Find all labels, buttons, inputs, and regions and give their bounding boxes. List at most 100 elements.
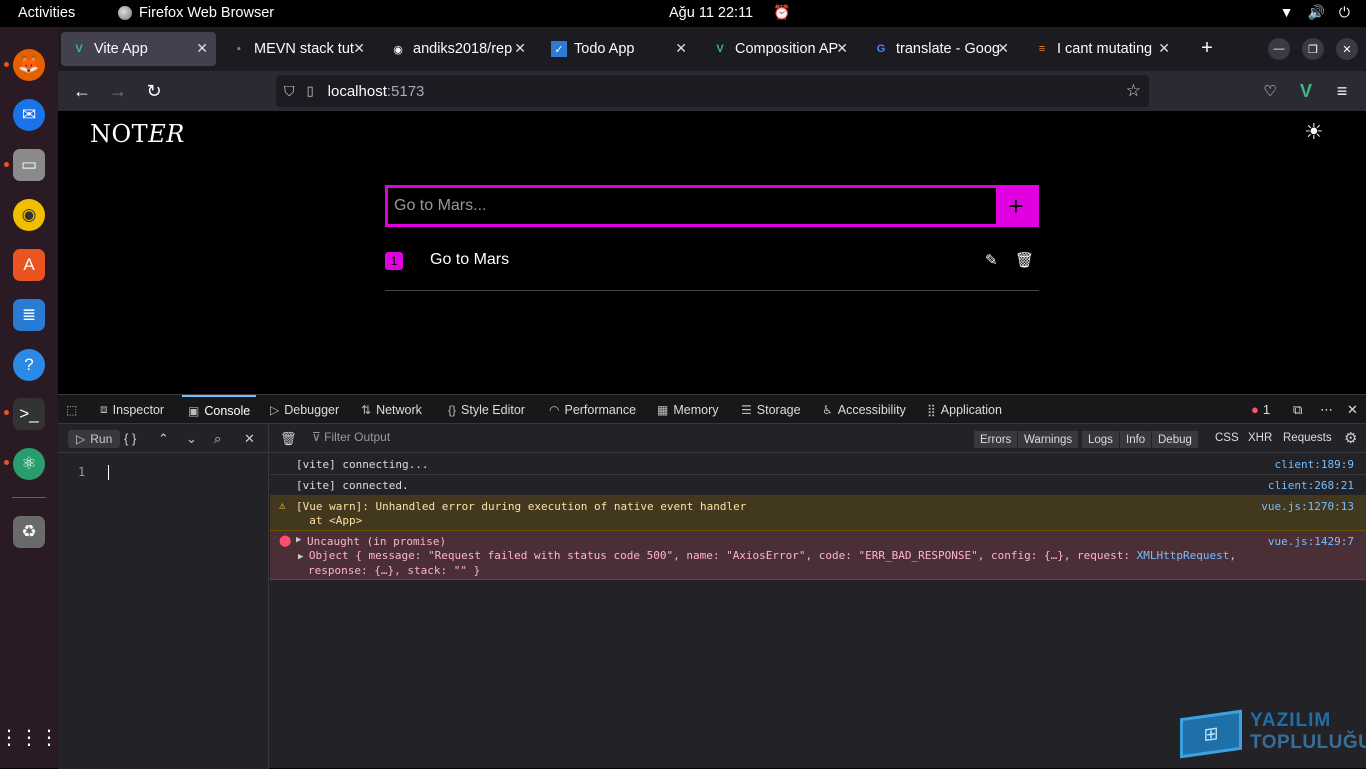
shield-icon[interactable]: ⛉ <box>284 83 295 100</box>
close-tab-icon[interactable]: ✕ <box>675 40 687 57</box>
close-tab-icon[interactable]: ✕ <box>196 40 208 57</box>
tab-label: I cant mutating <box>1057 41 1153 57</box>
pocket-icon[interactable]: ♡ <box>1258 79 1282 103</box>
chevron-down-icon[interactable]: ⌄ <box>186 431 197 447</box>
tab-style-editor[interactable]: {} Style Editor <box>448 395 525 424</box>
url-bar[interactable]: ⛉ ▯ localhost:5173 ☆ <box>276 75 1149 107</box>
browser-tab[interactable]: ▪ MEVN stack tut ✕ <box>223 32 373 66</box>
trash-icon[interactable]: 🗑 <box>1015 251 1034 269</box>
dock-side-icon[interactable]: ⧉ <box>1293 395 1302 424</box>
pencil-icon[interactable]: ✎ <box>985 251 998 269</box>
bookmark-star-icon[interactable]: ☆ <box>1126 81 1141 101</box>
element-picker-icon[interactable]: ⬚ <box>66 395 77 424</box>
close-tab-icon[interactable]: ✕ <box>1158 40 1170 57</box>
source-link[interactable]: vue.js:1429:7 <box>1268 535 1354 548</box>
more-options-icon[interactable]: ⋯ <box>1320 395 1333 424</box>
tab-storage[interactable]: ☰ Storage <box>741 395 801 424</box>
xhr-link[interactable]: XMLHttpRequest <box>1137 549 1230 562</box>
console-message[interactable]: [vite] connected. client:268:21 <box>270 475 1366 496</box>
filter-errors-button[interactable]: Errors <box>974 431 1018 448</box>
close-editor-icon[interactable]: ✕ <box>244 431 255 447</box>
close-window-icon[interactable]: ✕ <box>1336 38 1358 60</box>
filter-logs-button[interactable]: Logs <box>1082 431 1119 448</box>
new-tab-button[interactable]: + <box>1195 36 1219 60</box>
software-icon[interactable]: A <box>13 249 45 281</box>
filter-info-button[interactable]: Info <box>1120 431 1152 448</box>
video-favicon-icon: ▪ <box>237 43 241 55</box>
activities-button[interactable]: Activities <box>18 5 75 21</box>
reload-icon[interactable]: ↻ <box>142 79 166 103</box>
rhythmbox-icon[interactable]: ◉ <box>13 199 45 231</box>
pretty-print-button[interactable]: { } <box>124 431 136 446</box>
url-text[interactable]: localhost:5173 <box>328 83 425 100</box>
app-menu[interactable]: Firefox Web Browser <box>118 5 274 21</box>
hamburger-menu-icon[interactable]: ≡ <box>1330 79 1354 103</box>
theme-toggle-sun-icon[interactable]: ☀ <box>1304 119 1324 145</box>
maximize-icon[interactable]: ❐ <box>1302 38 1324 60</box>
source-link[interactable]: client:268:21 <box>1268 479 1354 492</box>
tab-performance[interactable]: ◠ Performance <box>549 395 636 424</box>
chevron-up-icon[interactable]: ⌃ <box>158 431 169 447</box>
page-info-icon[interactable]: ▯ <box>307 83 314 99</box>
close-tab-icon[interactable]: ✕ <box>997 40 1009 57</box>
source-link[interactable]: vue.js:1270:13 <box>1261 500 1354 513</box>
thunderbird-icon[interactable]: ✉ <box>13 99 45 131</box>
expand-object-icon[interactable]: ▶ <box>298 552 309 562</box>
error-object[interactable]: ▶ Object { message: "Request failed with… <box>298 549 1236 578</box>
search-icon[interactable]: ⌕ <box>214 431 221 447</box>
tab-network[interactable]: ⇅ Network <box>361 395 422 424</box>
browser-tab[interactable]: ◉ andiks2018/rep ✕ <box>384 32 534 66</box>
close-devtools-icon[interactable]: ✕ <box>1347 395 1358 424</box>
help-icon[interactable]: ? <box>13 349 45 381</box>
filter-warnings-button[interactable]: Warnings <box>1018 431 1079 448</box>
browser-tab[interactable]: ✓ Todo App ✕ <box>545 32 695 66</box>
clock[interactable]: Ağu 11 22:11 <box>669 5 753 21</box>
filter-css-button[interactable]: CSS <box>1215 432 1239 444</box>
app-grid-icon[interactable]: ⋮⋮⋮ <box>0 721 59 753</box>
tab-debugger[interactable]: ▷ Debugger <box>270 395 339 424</box>
tab-inspector[interactable]: ⧈ Inspector <box>100 395 164 424</box>
browser-tab[interactable]: ≡ I cant mutating ✕ <box>1028 32 1178 66</box>
add-todo-button[interactable]: + <box>996 188 1036 224</box>
writer-icon[interactable]: ≣ <box>13 299 45 331</box>
filter-debug-button[interactable]: Debug <box>1152 431 1198 448</box>
system-tray[interactable]: ▼ 🔊 ⏻ <box>1280 4 1350 21</box>
expand-triangle-icon[interactable]: ▶ <box>296 535 301 545</box>
error-icon: ● <box>1251 402 1259 417</box>
browser-tab[interactable]: V Vite App ✕ <box>61 32 216 66</box>
close-tab-icon[interactable]: ✕ <box>353 40 365 57</box>
console-settings-gear-icon[interactable]: ⚙ <box>1344 429 1357 447</box>
vue-devtools-icon[interactable]: V <box>1294 79 1318 103</box>
filter-output-input[interactable]: ⊽ Filter Output <box>312 430 390 444</box>
atom-icon[interactable]: ⚛ <box>13 448 45 480</box>
console-error[interactable]: ⬤ Uncaught (in promise) ▶ ▶ Object { mes… <box>270 531 1366 580</box>
browser-tab[interactable]: V Composition AP ✕ <box>706 32 856 66</box>
tab-console[interactable]: ▣ Console <box>182 395 257 424</box>
console-warning[interactable]: ⚠ [Vue warn]: Unhandled error during exe… <box>270 496 1366 531</box>
web-page: NOTER ☀ + 1 Go to Mars ✎ 🗑 <box>58 111 1366 394</box>
back-icon[interactable]: ← <box>70 79 94 103</box>
run-button[interactable]: ▷ Run <box>68 430 121 448</box>
tab-label: Todo App <box>574 41 635 57</box>
minimize-icon[interactable]: — <box>1268 38 1290 60</box>
forward-icon[interactable]: → <box>106 79 130 103</box>
clear-console-trash-icon[interactable]: 🗑 <box>280 431 297 447</box>
files-icon[interactable]: ▭ <box>13 149 45 181</box>
tab-accessibility[interactable]: ♿ Accessibility <box>822 395 906 424</box>
close-tab-icon[interactable]: ✕ <box>514 40 526 57</box>
filter-requests-button[interactable]: Requests <box>1283 432 1332 444</box>
tab-application[interactable]: ⣿ Application <box>927 395 1002 424</box>
todo-input[interactable] <box>388 188 996 224</box>
error-count-badge[interactable]: ● 1 <box>1251 395 1270 424</box>
editor-caret[interactable] <box>108 465 109 480</box>
console-message[interactable]: [vite] connecting... client:189:9 <box>270 454 1366 475</box>
app-logo[interactable]: NOTER <box>90 120 185 148</box>
tab-memory[interactable]: ▦ Memory <box>657 395 719 424</box>
terminal-icon[interactable]: >_ <box>13 398 45 430</box>
source-link[interactable]: client:189:9 <box>1275 458 1354 471</box>
firefox-icon[interactable]: 🦊 <box>13 49 45 81</box>
trash-icon[interactable]: ♻ <box>13 516 45 548</box>
close-tab-icon[interactable]: ✕ <box>836 40 848 57</box>
browser-tab[interactable]: G translate - Goog ✕ <box>867 32 1017 66</box>
filter-xhr-button[interactable]: XHR <box>1248 432 1272 444</box>
